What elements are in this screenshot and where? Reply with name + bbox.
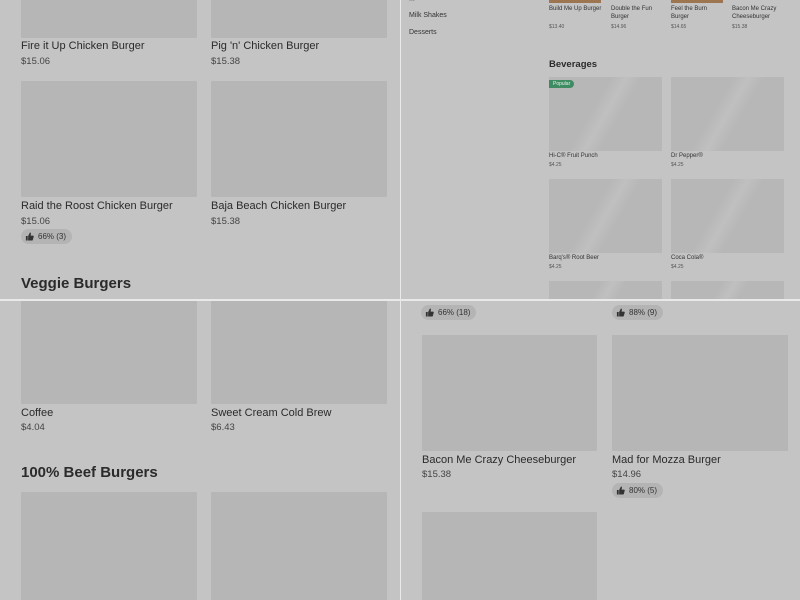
menu-item-name[interactable]: Raid the Roost Chicken Burger (21, 200, 173, 212)
section-heading: 100% Beef Burgers (21, 464, 158, 481)
menu-item-name[interactable]: Sweet Cream Cold Brew (211, 407, 331, 419)
thumbs-up-icon (616, 308, 625, 317)
thumbs-up-icon (425, 308, 434, 317)
sidebar-link-desserts[interactable]: Desserts (409, 29, 437, 36)
panel-divider-horizontal (0, 299, 800, 301)
menu-item-name[interactable]: Mad for Mozza Burger (612, 454, 721, 466)
veggie-burgers-panel: Coffee $4.04 Sweet Cream Cold Brew $6.43… (0, 301, 400, 600)
rating-text: 66% (18) (438, 308, 471, 317)
menu-item-price: $6.43 (211, 422, 235, 433)
menu-item-name[interactable]: Pig 'n' Chicken Burger (211, 40, 319, 52)
menu-item-name[interactable]: Double the Fun Burger (611, 6, 666, 21)
menu-item-price: $4.25 (549, 162, 562, 168)
menu-item-name[interactable]: Bacon Me Crazy Cheeseburger (732, 6, 792, 21)
menu-item-price: $14.65 (671, 24, 687, 30)
menu-item-image[interactable] (671, 281, 784, 299)
rating-text: 66% (3) (38, 232, 67, 241)
menu-item-image[interactable] (549, 0, 601, 3)
menu-item-name[interactable]: Bacon Me Crazy Cheeseburger (422, 454, 576, 466)
menu-item-price: $14.96 (611, 24, 627, 30)
menu-item-image[interactable] (549, 281, 662, 299)
menu-item-image[interactable] (422, 512, 597, 600)
menu-item-image[interactable] (671, 0, 723, 3)
menu-item-image[interactable] (21, 492, 197, 600)
menu-item-image[interactable] (211, 301, 387, 404)
menu-item-image[interactable] (211, 492, 387, 600)
menu-item-image[interactable] (671, 179, 784, 253)
menu-item-image[interactable] (21, 0, 197, 38)
menu-item-name[interactable]: Coca Cola® (671, 255, 703, 263)
menu-item-price: $15.38 (211, 56, 241, 67)
rating-text: 80% (5) (629, 486, 658, 495)
menu-item-name[interactable]: Feel the Burn Burger (671, 6, 726, 21)
menu-item-image[interactable] (549, 77, 662, 151)
rating-badge: 88% (9) (612, 305, 664, 320)
menu-item-price: $4.25 (671, 264, 684, 270)
menu-overview-panel: ... Milk Shakes Desserts Build Me Up Bur… (401, 0, 800, 299)
menu-item-image[interactable] (211, 0, 387, 38)
popular-badge: Popular (549, 80, 575, 88)
menu-item-price: $15.38 (211, 216, 241, 227)
thumbs-up-icon (25, 232, 34, 241)
screenshot-grid: Fire it Up Chicken Burger $15.06 Pig 'n'… (0, 0, 800, 600)
rating-text: 88% (9) (629, 308, 658, 317)
section-heading: Veggie Burgers (21, 275, 132, 292)
menu-item-image[interactable] (21, 301, 197, 404)
rating-badge: 66% (18) (421, 305, 477, 320)
beef-burgers-panel: 66% (18) 88% (9) Bacon Me Crazy Cheesebu… (401, 301, 800, 600)
menu-item-price: $4.25 (549, 264, 562, 270)
menu-item-name[interactable]: Barq's® Root Beer (549, 255, 599, 263)
menu-item-name[interactable]: Hi-C® Fruit Punch (549, 153, 598, 161)
menu-item-price: $15.06 (21, 216, 51, 227)
menu-item-name[interactable]: Fire it Up Chicken Burger (21, 40, 145, 52)
menu-item-name[interactable]: Coffee (21, 407, 53, 419)
thumbs-up-icon (616, 486, 625, 495)
rating-badge: 66% (3) (21, 229, 73, 244)
sidebar-link-milk-shakes[interactable]: Milk Shakes (409, 12, 447, 19)
menu-item-image[interactable] (671, 77, 784, 151)
menu-item-price: $13.40 (549, 24, 565, 30)
menu-item-price: $15.38 (732, 24, 748, 30)
menu-item-image[interactable] (549, 179, 662, 253)
menu-item-image[interactable] (21, 81, 197, 197)
menu-item-price: $4.04 (21, 422, 45, 433)
menu-item-image[interactable] (422, 335, 597, 451)
rating-badge: 80% (5) (612, 483, 664, 498)
menu-item-price: $15.06 (21, 56, 51, 67)
menu-item-price: $4.25 (671, 162, 684, 168)
menu-item-name[interactable]: Build Me Up Burger (549, 6, 604, 14)
sidebar-link-partial[interactable]: ... (409, 0, 415, 3)
section-heading-beverages: Beverages (549, 59, 598, 70)
menu-item-price: $15.38 (422, 469, 452, 480)
menu-item-name[interactable]: Baja Beach Chicken Burger (211, 200, 346, 212)
menu-item-price: $14.96 (612, 469, 642, 480)
chicken-burgers-panel: Fire it Up Chicken Burger $15.06 Pig 'n'… (0, 0, 400, 299)
menu-item-image[interactable] (612, 335, 788, 451)
menu-item-image[interactable] (211, 81, 387, 197)
menu-item-name[interactable]: Dr Pepper® (671, 153, 703, 161)
